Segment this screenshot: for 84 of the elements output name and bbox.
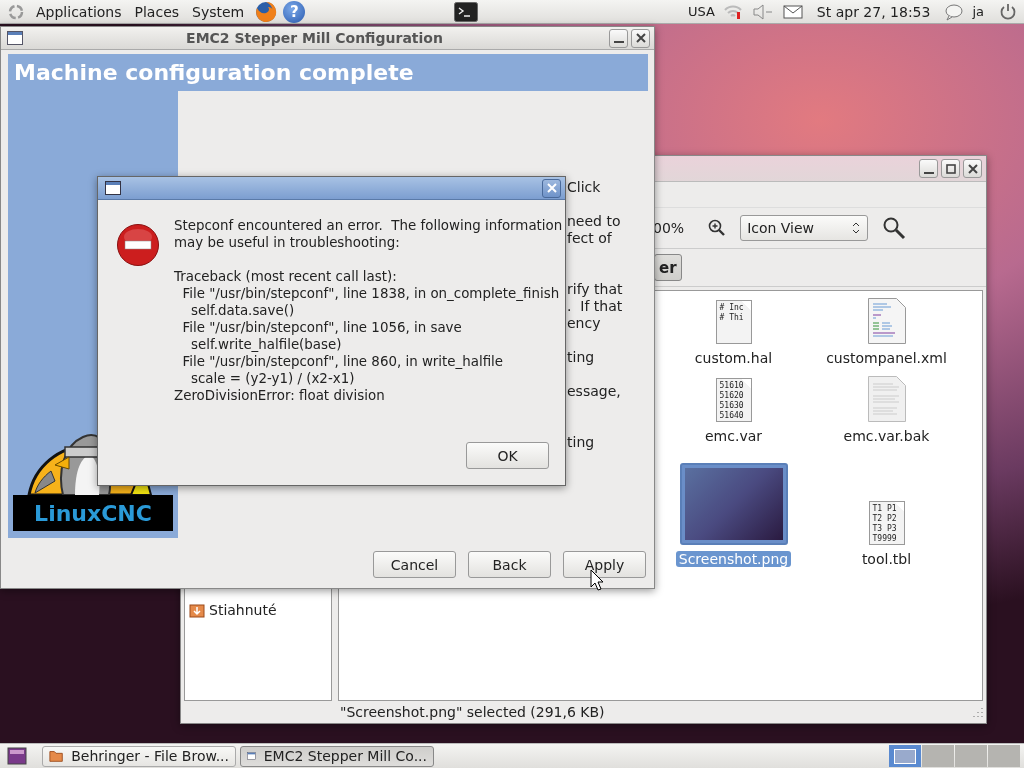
dialog-button[interactable]: Apply [563,551,646,578]
minimize-button[interactable] [919,159,938,178]
view-mode-dropdown[interactable]: Icon View [740,215,869,241]
body-text: essage, [567,383,622,400]
logo-text: LinuxCNC [34,500,152,526]
body-text: need to [567,213,622,230]
file-item[interactable]: 51610 51620 51630 51640 emc.var [657,378,810,444]
place-label: Stiahnuté [209,602,277,618]
file-preview-text: 51610 [719,381,745,391]
error-icon [116,223,160,267]
power-icon[interactable] [999,2,1017,21]
menu-item[interactable]: Places [129,3,185,20]
minimize-icon [923,171,934,174]
clock[interactable]: St apr 27, 18:53 [814,3,933,20]
minimize-button[interactable] [609,28,628,48]
file-name: custompanel.xml [825,350,948,366]
body-text: ting [567,349,596,366]
zoom-in-icon[interactable] [708,219,727,237]
resize-grip-icon[interactable] [973,707,983,717]
status-text: "Screenshot.png" selected (291,6 KB) [340,704,605,720]
user-name[interactable]: ja [970,4,986,19]
file-name: emc.var.bak [842,428,931,444]
page-heading: Machine configuration complete [14,60,414,85]
ok-button[interactable]: OK [466,442,549,469]
file-name: custom.hal [693,350,774,366]
window-title: EMC2 Stepper Mill Configuration [185,30,444,46]
maximize-icon [945,163,956,174]
window-icon [247,749,256,763]
download-folder-icon [189,602,205,618]
close-button[interactable] [963,159,982,178]
body-text: rify that [567,281,624,298]
file-preview-text: T1 P1 [872,504,898,514]
body-text: Click [567,179,602,196]
file-preview-text: T2 P2 [872,514,898,524]
search-icon[interactable] [882,216,907,240]
file-name: Screenshot.png [675,551,792,567]
body-text: ency [567,315,602,332]
file-item[interactable]: custompanel.xml [810,298,963,366]
browser-icon[interactable] [255,0,278,23]
close-icon [546,183,557,193]
file-preview-text: 51640 [719,411,745,421]
traceback-text: Traceback (most recent call last): File "/usr/bin/stepconf", line 1838, in on_complete_finish self.data.save() File "/usr/bin/stepconf", line 1056, in save self.write_halfile(base) File "/usr/bin/stepconf", line 860, in write_halfile scale = (y2-y1) / (x2-x1) ZeroDivisionError: float division [174,268,561,404]
code-file-icon [867,298,906,344]
path-button[interactable]: er [654,254,682,281]
menu-item[interactable]: System [187,3,250,20]
file-preview-text: # Thi [719,313,745,323]
file-preview-text: T9999 [872,534,898,544]
close-button[interactable] [631,28,650,48]
window-icon [7,31,23,45]
body-text: ting [567,434,596,451]
taskbar-button[interactable]: EMC2 Stepper Mill Co... [240,745,434,767]
workspace-switcher[interactable] [889,745,1020,767]
maximize-button[interactable] [941,159,960,178]
logo-icon[interactable] [7,2,25,21]
chat-icon[interactable] [944,2,965,21]
file-preview-text: # Inc [719,303,745,313]
mail-icon[interactable] [782,3,803,20]
file-preview-text: 51620 [719,391,745,401]
dialog-button[interactable]: Back [468,551,551,578]
body-text: . If that [567,298,624,315]
dialog-button[interactable]: Cancel [373,551,456,578]
spinner-arrows-icon [851,221,862,235]
file-name: tool.tbl [860,551,913,567]
terminal-icon[interactable] [453,1,478,22]
file-item[interactable]: # Inc # Thi custom.hal [657,300,810,366]
show-desktop-icon[interactable] [7,747,27,765]
body-text: fect of [567,230,613,247]
file-item[interactable]: emc.var.bak [810,376,963,444]
file-preview-text: T3 P3 [872,524,898,534]
document-icon [867,376,906,422]
close-icon [635,33,646,43]
close-button[interactable] [542,178,561,198]
minimize-icon [613,41,624,43]
file-preview-text: 51630 [719,401,745,411]
close-icon [967,163,978,174]
window-icon [105,181,121,195]
file-item[interactable]: T1 P1 T2 P2 T3 P3 T9999 tool.tbl [810,501,963,567]
keyboard-layout[interactable]: USA [685,4,717,19]
file-name: emc.var [704,428,763,444]
taskbar-button[interactable]: Behringer - File Brow... [42,745,236,767]
folder-icon [49,749,64,763]
menu-item[interactable]: Applications [31,3,127,20]
sidebar-item[interactable]: Stiahnuté [185,600,331,620]
error-message: Stepconf encountered an error. The following information may be useful in troubleshooting: [174,217,563,251]
